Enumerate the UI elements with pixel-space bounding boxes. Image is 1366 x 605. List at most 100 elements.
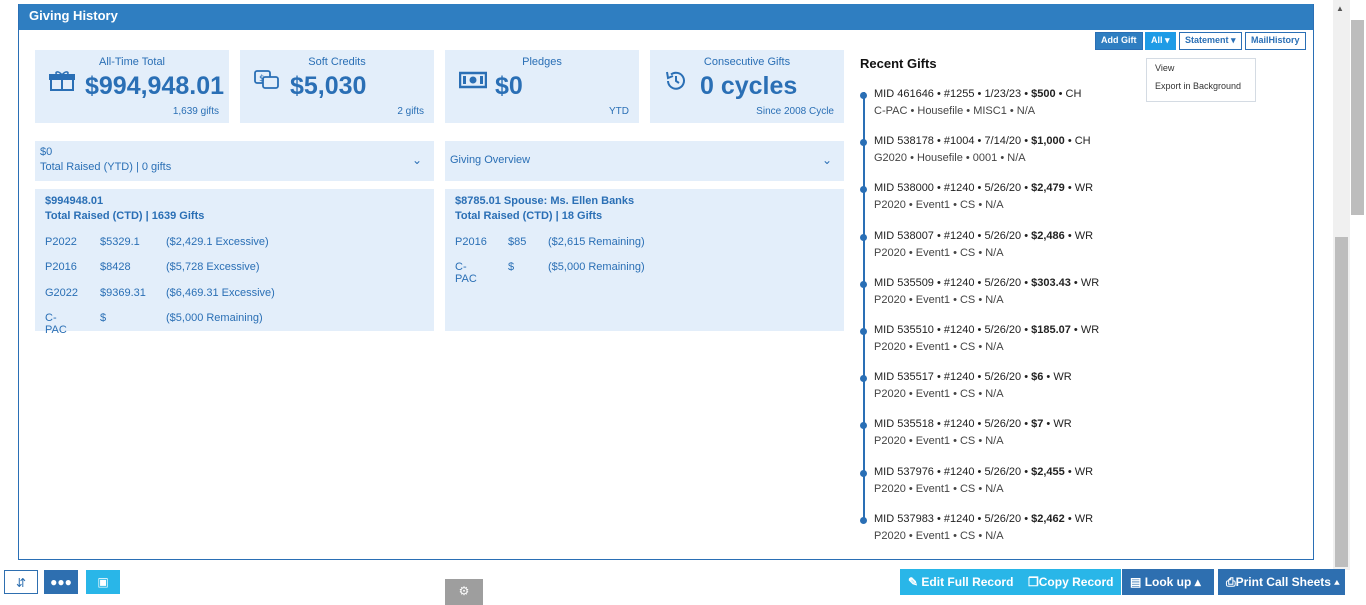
row-amount: $9369.31 xyxy=(100,287,146,299)
gift-line1: MID 537976 • #1240 • 5/26/20 • $2,455 • … xyxy=(874,466,1093,478)
row-amount: $8428 xyxy=(100,261,131,273)
copy-record-label: Copy Record xyxy=(1038,575,1114,589)
row-amount: $ xyxy=(508,261,515,273)
gift-suffix: • WR xyxy=(1064,466,1094,478)
chevron-down-icon[interactable]: ⌄ xyxy=(412,153,422,167)
card-pledges: Pledges $0 YTD xyxy=(445,50,639,123)
gift-line1: MID 461646 • #1255 • 1/23/23 • $500 • CH xyxy=(874,88,1081,100)
timeline-dot xyxy=(860,517,867,524)
card-soft-credits: Soft Credits $ $5,030 2 gifts xyxy=(240,50,434,123)
ytd-label: Total Raised (YTD) | 0 gifts xyxy=(40,161,172,173)
gift-line2: P2020 • Event1 • CS • N/A xyxy=(874,199,1004,211)
gift-prefix: MID 535517 • #1240 • 5/26/20 • xyxy=(874,371,1032,383)
card-subtitle: YTD xyxy=(609,106,629,117)
add-gift-button[interactable]: Add Gift xyxy=(1095,32,1143,50)
gift-amount: $2,462 xyxy=(1031,513,1065,525)
menu-item-view[interactable]: View xyxy=(1147,59,1255,77)
gift-suffix: • WR xyxy=(1043,371,1072,383)
giving-overview-accordion[interactable]: Giving Overview ⌄ xyxy=(445,141,844,181)
caret-up-icon: ▴ xyxy=(1334,575,1340,589)
user-edit-icon: ✎ xyxy=(908,575,919,589)
row-code: P2022 xyxy=(45,236,77,248)
edit-full-record-button[interactable]: ✎ Edit Full Record xyxy=(900,569,1022,595)
gear-icon: ⚙ xyxy=(458,584,470,598)
card-consecutive-gifts: Consecutive Gifts 0 cycles Since 2008 Cy… xyxy=(650,50,844,123)
timeline-dot xyxy=(860,422,867,429)
gift-suffix: • WR xyxy=(1064,182,1094,194)
card-title: Pledges xyxy=(522,56,562,68)
ctd-label: Total Raised (CTD) | 1639 Gifts xyxy=(45,210,205,222)
gift-line2: P2020 • Event1 • CS • N/A xyxy=(874,435,1004,447)
look-up-label: Look up xyxy=(1144,575,1192,589)
gift-prefix: MID 535510 • #1240 • 5/26/20 • xyxy=(874,324,1032,336)
gift-line2: P2020 • Event1 • CS • N/A xyxy=(874,247,1004,259)
search-card-icon: ▤ xyxy=(1130,575,1142,589)
gift-suffix: • CH xyxy=(1064,135,1091,147)
ytd-amount: $0 xyxy=(40,146,53,158)
look-up-button[interactable]: ▤ Look up ▴ xyxy=(1122,569,1214,595)
scrollbar-thumb[interactable] xyxy=(1335,237,1348,567)
copy-record-button[interactable]: ❐Copy Record xyxy=(1020,569,1122,595)
card-value: 0 cycles xyxy=(700,72,798,100)
gift-prefix: MID 538000 • #1240 • 5/26/20 • xyxy=(874,182,1032,194)
mail-history-button[interactable]: MailHistory xyxy=(1245,32,1306,50)
ctd-detail: $994948.01 Total Raised (CTD) | 1639 Gif… xyxy=(35,189,434,336)
row-amount: $ xyxy=(100,312,107,324)
gift-amount: $1,000 xyxy=(1031,135,1065,147)
gift-suffix: • CH xyxy=(1055,88,1082,100)
row-code: G2022 xyxy=(45,287,79,299)
gift-line1: MID 535509 • #1240 • 5/26/20 • $303.43 •… xyxy=(874,277,1099,289)
outer-scrollbar-thumb[interactable] xyxy=(1351,20,1364,215)
timeline-dot xyxy=(860,375,867,382)
settings-tab[interactable]: ⚙ xyxy=(445,579,483,605)
gift-prefix: MID 537976 • #1240 • 5/26/20 • xyxy=(874,466,1032,478)
save-button[interactable]: ▣ xyxy=(86,570,120,594)
timeline-dot xyxy=(860,234,867,241)
row-amount: $5329.1 xyxy=(100,236,140,248)
gift-prefix: MID 535509 • #1240 • 5/26/20 • xyxy=(874,277,1032,289)
menu-item-export[interactable]: Export in Background xyxy=(1147,77,1255,95)
gift-line1: MID 538000 • #1240 • 5/26/20 • $2,479 • … xyxy=(874,182,1093,194)
speech-dollar-icon: $ xyxy=(254,70,280,98)
people-swap-button[interactable]: ⇵ xyxy=(4,570,38,594)
row-note: ($2,615 Remaining) xyxy=(548,236,645,248)
card-subtitle: 2 gifts xyxy=(397,106,424,117)
print-icon: ⎙ xyxy=(1226,575,1236,589)
vertical-scrollbar[interactable]: ▲ xyxy=(1333,0,1364,570)
scroll-up-icon[interactable]: ▲ xyxy=(1336,4,1344,13)
timeline-dot xyxy=(860,139,867,146)
caret-down-icon: ▾ xyxy=(1165,35,1170,45)
all-filter-button[interactable]: All ▾ xyxy=(1145,32,1176,50)
gift-suffix: • WR xyxy=(1070,324,1100,336)
gift-amount: $185.07 xyxy=(1031,324,1071,336)
ytd-accordion[interactable]: $0 Total Raised (YTD) | 0 gifts ⌄ xyxy=(35,141,434,181)
card-value: $5,030 xyxy=(290,72,367,100)
people-swap-icon: ⇵ xyxy=(15,576,27,590)
statement-button[interactable]: Statement ▾ xyxy=(1179,32,1242,50)
card-subtitle: Since 2008 Cycle xyxy=(756,106,834,117)
all-label: All xyxy=(1151,35,1163,45)
all-dropdown-menu: View Export in Background xyxy=(1146,58,1256,102)
gift-line2: P2020 • Event1 • CS • N/A xyxy=(874,530,1004,542)
gift-line1: MID 537983 • #1240 • 5/26/20 • $2,462 • … xyxy=(874,513,1093,525)
statement-label: Statement xyxy=(1185,35,1229,45)
print-call-sheets-label: Print Call Sheets xyxy=(1235,575,1331,589)
row-note: ($2,429.1 Excessive) xyxy=(166,236,269,248)
history-icon xyxy=(664,70,688,98)
spouse-label: Total Raised (CTD) | 18 Gifts xyxy=(455,210,603,222)
gift-prefix: MID 461646 • #1255 • 1/23/23 • xyxy=(874,88,1032,100)
group-button[interactable]: ●●● xyxy=(44,570,78,594)
chevron-down-icon[interactable]: ⌄ xyxy=(822,153,832,167)
gift-line2: P2020 • Event1 • CS • N/A xyxy=(874,294,1004,306)
gift-suffix: • WR xyxy=(1064,230,1094,242)
row-code: C-PAC xyxy=(45,312,67,336)
print-call-sheets-button[interactable]: ⎙Print Call Sheets ▴ xyxy=(1218,569,1345,595)
gift-prefix: MID 538007 • #1240 • 5/26/20 • xyxy=(874,230,1032,242)
timeline-dot xyxy=(860,92,867,99)
gift-line1: MID 538178 • #1004 • 7/14/20 • $1,000 • … xyxy=(874,135,1091,147)
gift-amount: $303.43 xyxy=(1031,277,1071,289)
gift-suffix: • WR xyxy=(1043,418,1072,430)
row-note: ($5,000 Remaining) xyxy=(166,312,263,324)
save-icon: ▣ xyxy=(97,575,109,589)
gift-line1: MID 535517 • #1240 • 5/26/20 • $6 • WR xyxy=(874,371,1072,383)
